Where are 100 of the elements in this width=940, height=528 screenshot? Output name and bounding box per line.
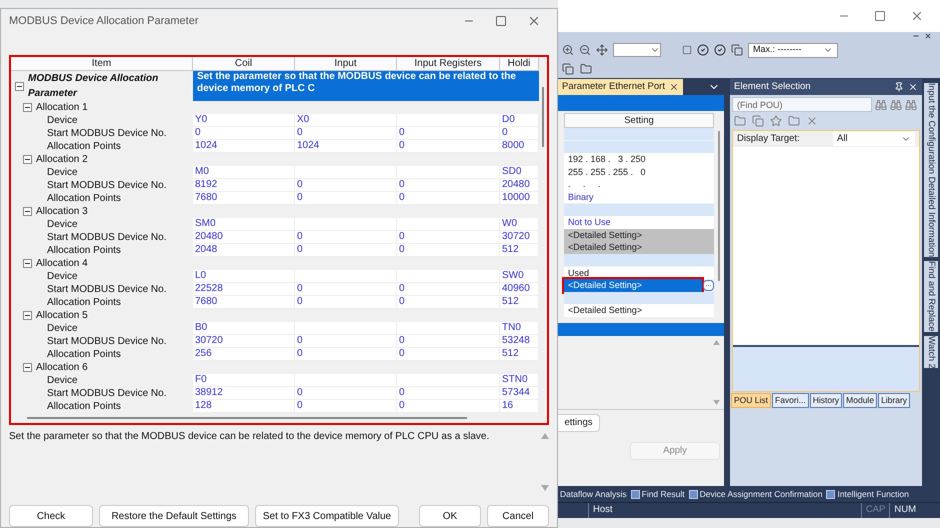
table-cell[interactable]: STN0 <box>500 374 539 387</box>
table-cell[interactable]: L0 <box>193 270 295 283</box>
table-cell[interactable]: 0 <box>295 179 397 192</box>
table-cell[interactable]: 0 <box>295 192 397 205</box>
column-header[interactable]: Input Registers <box>397 57 500 71</box>
table-cell[interactable]: 0 <box>397 400 500 413</box>
table-cell[interactable]: 0 <box>397 127 500 140</box>
table-cell[interactable]: 53248 <box>500 335 539 348</box>
table-cell[interactable]: M0 <box>193 166 295 179</box>
output-tab[interactable]: Find Result <box>642 488 685 500</box>
output-tab[interactable]: Device Assignment Confirmation <box>700 488 822 500</box>
table-cell[interactable]: 0 <box>193 127 295 140</box>
column-header[interactable]: Holdi <box>500 57 539 71</box>
group-label[interactable]: Allocation 1 <box>36 101 88 114</box>
setting-cell[interactable]: . . . <box>564 178 714 191</box>
table-cell[interactable]: 22528 <box>193 283 295 296</box>
table-cell[interactable]: 0 <box>500 127 539 140</box>
table-cell[interactable]: W0 <box>500 218 539 231</box>
column-header[interactable]: Setting <box>564 113 714 128</box>
table-cell[interactable]: 0 <box>397 192 500 205</box>
table-cell[interactable]: 30720 <box>193 335 295 348</box>
monitor-combo[interactable]: Max.: -------- <box>748 42 838 58</box>
table-cell[interactable]: 7680 <box>193 296 295 309</box>
table-cell[interactable]: 0 <box>295 296 397 309</box>
display-target-select[interactable]: All <box>833 132 915 146</box>
table-cell[interactable]: 512 <box>500 348 539 361</box>
table-cell[interactable]: 20480 <box>193 231 295 244</box>
dialog-button[interactable]: Cancel <box>487 505 549 527</box>
setting-cell[interactable]: Binary <box>564 191 714 204</box>
dialog-button[interactable]: Restore the Default Settings <box>99 505 249 527</box>
table-cell[interactable]: Y0 <box>193 114 295 127</box>
table-cell[interactable]: D0 <box>500 114 539 127</box>
table-cell[interactable]: 0 <box>397 140 500 153</box>
table-cell[interactable]: 40960 <box>500 283 539 296</box>
table-cell[interactable]: 0 <box>397 335 500 348</box>
table-cell[interactable]: 0 <box>397 387 500 400</box>
table-cell[interactable]: 0 <box>397 283 500 296</box>
setting-cell[interactable]: Not to Use <box>564 216 714 229</box>
table-cell[interactable]: 30720 <box>500 231 539 244</box>
table-cell[interactable]: 0 <box>295 400 397 413</box>
dialog-button[interactable]: Check <box>9 505 93 527</box>
panel-tab[interactable]: Favori... <box>772 393 809 408</box>
side-tab[interactable]: Find and Replace <box>924 261 938 332</box>
table-cell[interactable]: 0 <box>295 335 397 348</box>
setting-cell[interactable]: <Detailed Setting> <box>564 228 714 242</box>
setting-cell[interactable]: 192 . 168 . 3 . 250 <box>564 153 714 166</box>
side-tab[interactable]: Watch 2 <box>924 336 938 368</box>
dialog-button[interactable]: OK <box>419 505 481 527</box>
table-cell[interactable]: 8192 <box>193 179 295 192</box>
panel-button[interactable]: ettings <box>558 414 600 432</box>
setting-cell[interactable]: <Detailed Setting> <box>564 279 702 292</box>
table-cell[interactable]: 2048 <box>193 244 295 257</box>
table-cell[interactable]: 10000 <box>500 192 539 205</box>
column-header[interactable]: Input <box>295 57 397 71</box>
table-cell[interactable]: X0 <box>295 114 397 127</box>
table-cell[interactable]: 57344 <box>500 387 539 400</box>
table-cell[interactable]: TN0 <box>500 322 539 335</box>
table-cell[interactable]: 0 <box>397 244 500 257</box>
table-cell[interactable]: 8000 <box>500 140 539 153</box>
tree-root-label[interactable]: MODBUS Device Allocation Parameter <box>28 71 193 101</box>
table-cell[interactable]: 512 <box>500 296 539 309</box>
output-tab[interactable]: Intelligent Function <box>837 488 909 500</box>
table-cell[interactable]: SM0 <box>193 218 295 231</box>
side-tab[interactable]: Input the Configuration Detailed Information <box>924 83 938 258</box>
table-cell[interactable]: 38912 <box>193 387 295 400</box>
table-cell[interactable]: 128 <box>193 400 295 413</box>
table-cell[interactable]: F0 <box>193 374 295 387</box>
output-tab[interactable]: Dataflow Analysis <box>560 488 627 500</box>
table-cell[interactable]: 0 <box>295 231 397 244</box>
table-cell[interactable]: 16 <box>500 400 539 413</box>
setting-cell[interactable]: <Detailed Setting> <box>564 241 714 254</box>
panel-tab[interactable]: Library <box>878 393 910 408</box>
table-cell[interactable]: 0 <box>295 283 397 296</box>
dialog-button[interactable]: Set to FX3 Compatible Value <box>255 505 399 527</box>
table-cell[interactable]: 7680 <box>193 192 295 205</box>
table-cell[interactable]: 0 <box>295 127 397 140</box>
group-label[interactable]: Allocation 4 <box>36 257 88 270</box>
group-label[interactable]: Allocation 3 <box>36 205 88 218</box>
table-cell[interactable]: 0 <box>397 296 500 309</box>
table-cell[interactable]: 0 <box>295 244 397 257</box>
group-label[interactable]: Allocation 6 <box>36 361 88 374</box>
setting-cell[interactable]: 255 . 255 . 255 . 0 <box>564 166 714 178</box>
column-header[interactable]: Item <box>11 57 193 71</box>
table-cell[interactable]: 20480 <box>500 179 539 192</box>
table-cell[interactable]: 0 <box>295 387 397 400</box>
column-header[interactable]: Coil <box>193 57 295 71</box>
table-cell[interactable]: 0 <box>397 231 500 244</box>
table-cell[interactable]: 0 <box>295 348 397 361</box>
search-field[interactable]: (Find POU) <box>732 97 872 112</box>
panel-tab[interactable]: POU List <box>731 393 772 408</box>
table-cell[interactable]: 256 <box>193 348 295 361</box>
panel-tab[interactable]: History <box>810 393 842 408</box>
group-label[interactable]: Allocation 5 <box>36 309 88 322</box>
table-cell[interactable]: 1024 <box>193 140 295 153</box>
panel-tab[interactable]: Module <box>843 393 878 408</box>
table-cell[interactable]: 512 <box>500 244 539 257</box>
table-cell[interactable]: 1024 <box>295 140 397 153</box>
editor-tab[interactable]: Parameter Ethernet Port <box>558 79 683 95</box>
table-cell[interactable]: 0 <box>397 348 500 361</box>
table-cell[interactable]: 0 <box>397 179 500 192</box>
